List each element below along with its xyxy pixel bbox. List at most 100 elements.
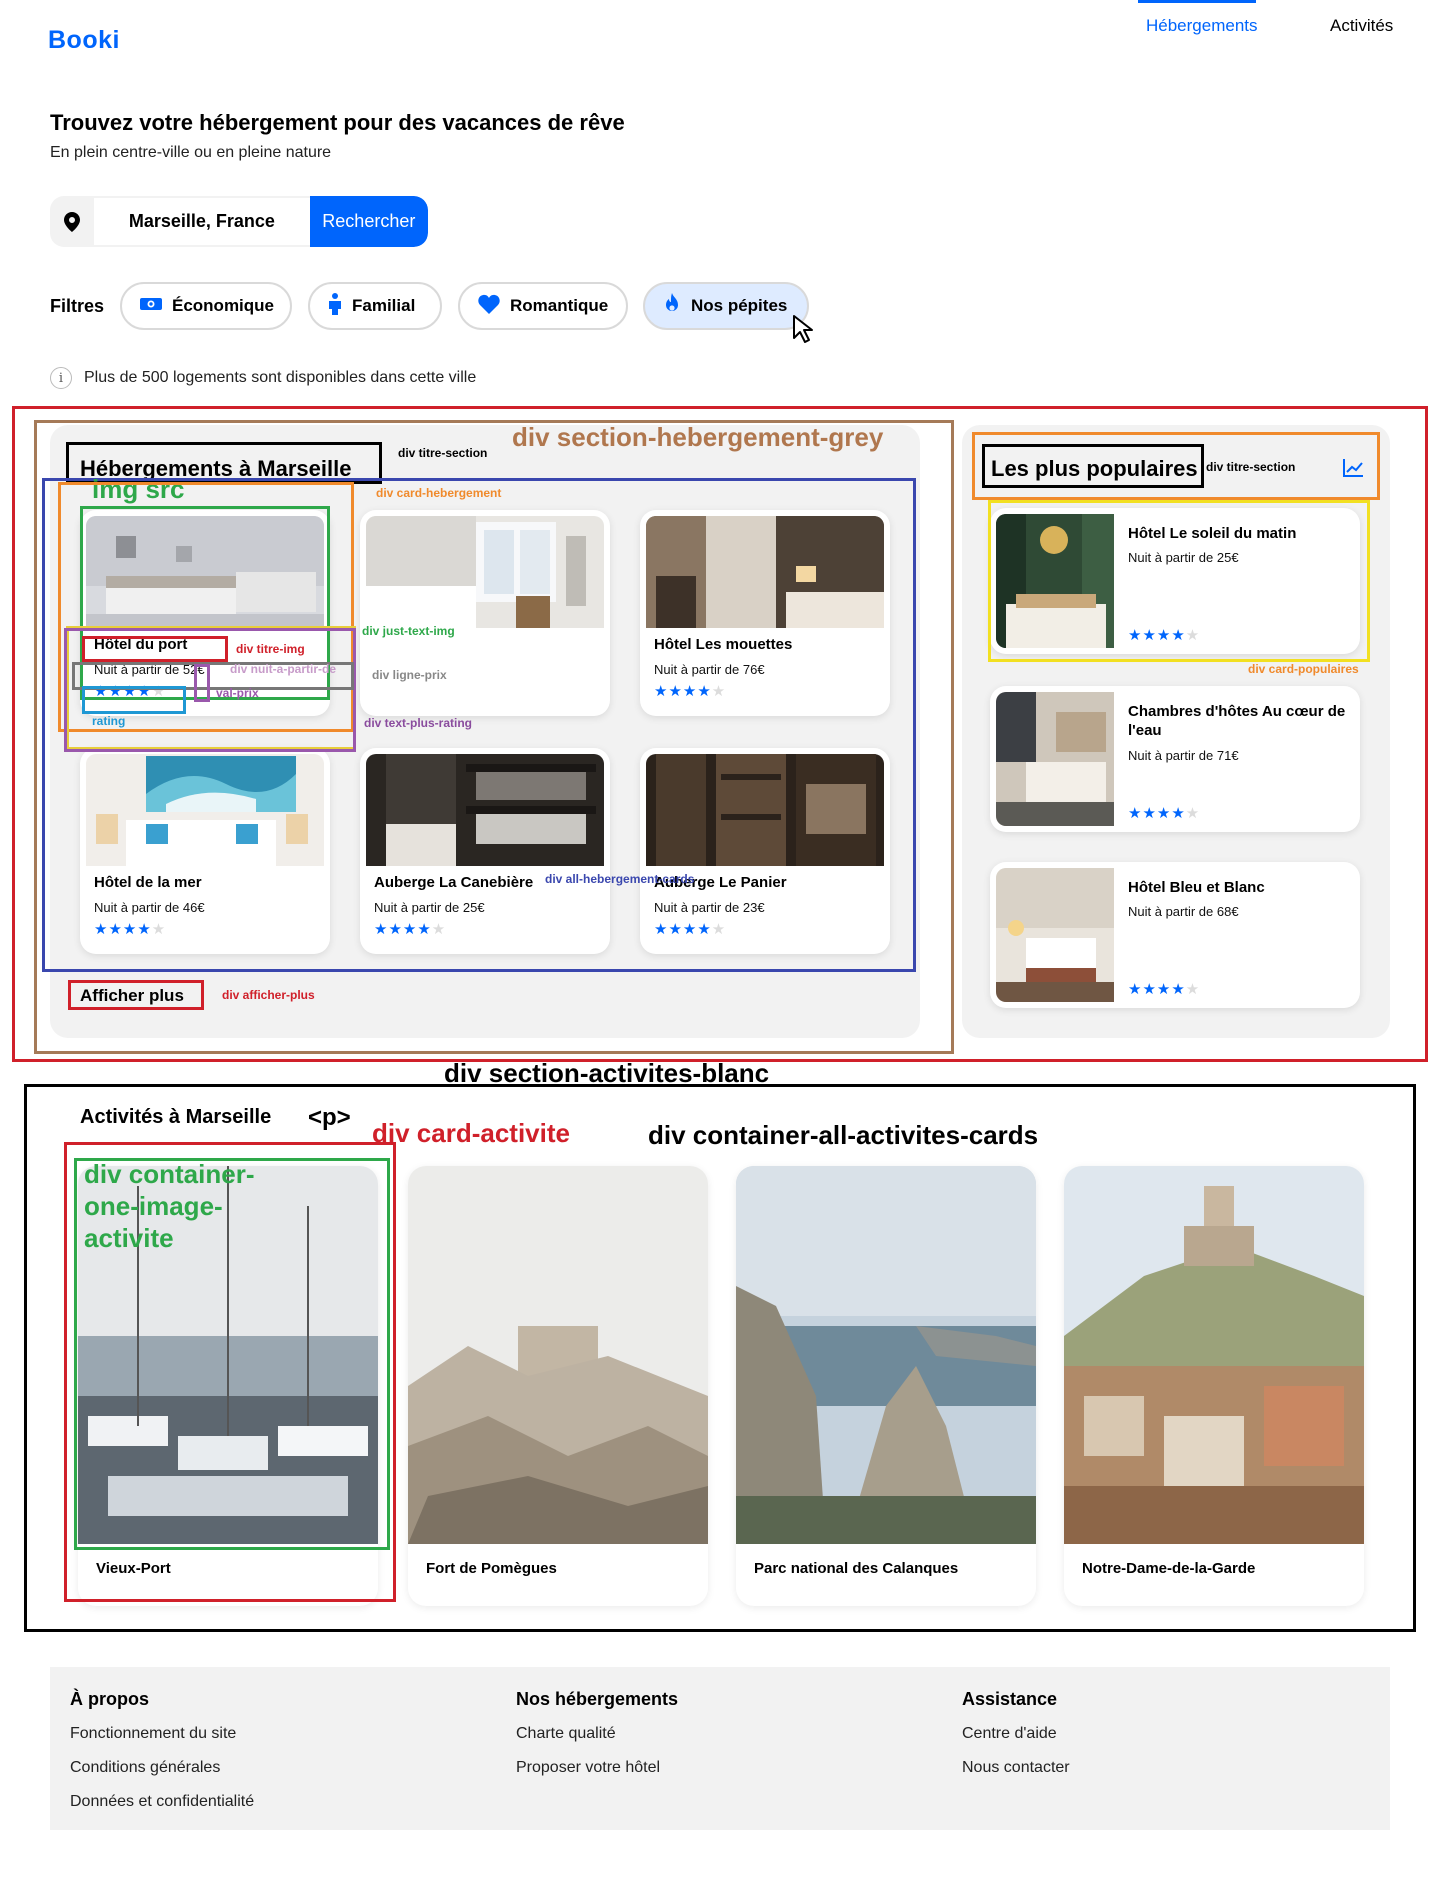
hebergement-card[interactable]: Hôtel du port Nuit à partir de 52€ ★★★★★ bbox=[80, 510, 330, 716]
page-title: Trouvez votre hébergement pour des vacan… bbox=[50, 110, 625, 135]
hebergement-image bbox=[86, 516, 324, 628]
footer-col-title: Nos hébergements bbox=[516, 1689, 679, 1709]
annotation-label: <p> bbox=[308, 1104, 351, 1131]
populaire-card[interactable]: Chambres d'hôtes Au cœur de l'eau Nuit à… bbox=[990, 686, 1360, 832]
search-input[interactable]: Marseille, France bbox=[94, 196, 310, 247]
hebergement-name: Hôtel Les mouettes bbox=[654, 636, 793, 653]
filter-economique-label: Économique bbox=[172, 296, 275, 315]
populaire-image bbox=[996, 514, 1114, 648]
footer-link[interactable]: Conditions générales bbox=[70, 1759, 220, 1777]
footer-link[interactable]: Proposer votre hôtel bbox=[516, 1759, 660, 1777]
activite-card[interactable]: Vieux-Port bbox=[78, 1166, 378, 1606]
hebergement-image bbox=[366, 516, 604, 628]
populaire-name: Chambres d'hôtes Au cœur de l'eau bbox=[1128, 703, 1346, 739]
location-pin-icon bbox=[50, 196, 94, 247]
hebergement-image bbox=[646, 754, 884, 866]
hebergement-card[interactable]: Auberge La Canebière Nuit à partir de 25… bbox=[360, 748, 610, 954]
hebergement-card[interactable] bbox=[360, 510, 610, 716]
populaire-name: Hôtel Bleu et Blanc bbox=[1128, 879, 1265, 896]
footer-link[interactable]: Fonctionnement du site bbox=[70, 1725, 236, 1743]
filter-familial[interactable]: Familial bbox=[308, 282, 442, 330]
activite-image bbox=[1064, 1166, 1364, 1544]
booki-logo[interactable]: Booki bbox=[48, 26, 120, 55]
hebergement-price: Nuit à partir de 46€ bbox=[94, 900, 205, 915]
rating-stars: ★★★★★ bbox=[1128, 627, 1201, 644]
footer-col-title: À propos bbox=[70, 1689, 149, 1709]
hebergement-name: Hôtel de la mer bbox=[94, 874, 202, 891]
nav-activites[interactable]: Activités bbox=[1330, 16, 1393, 36]
price-value: 52€ bbox=[182, 662, 205, 677]
hebergement-price: Nuit à partir de 76€ bbox=[654, 662, 765, 677]
activite-image bbox=[736, 1166, 1036, 1544]
rating-stars: ★★★★★ bbox=[374, 921, 447, 938]
footer-link[interactable]: Données et confidentialité bbox=[70, 1793, 254, 1811]
mouse-cursor-icon bbox=[792, 314, 822, 349]
hebergement-card[interactable]: Hôtel Les mouettes Nuit à partir de 76€ … bbox=[640, 510, 890, 716]
nav-active-indicator bbox=[1138, 0, 1256, 3]
rating-stars: ★★★★★ bbox=[94, 683, 167, 700]
hebergement-name: Hôtel du port bbox=[94, 636, 188, 653]
page-subtitle: En plein centre-ville ou en pleine natur… bbox=[50, 144, 332, 161]
flame-icon bbox=[663, 292, 681, 320]
footer-link[interactable]: Centre d'aide bbox=[962, 1725, 1057, 1743]
heart-icon bbox=[478, 294, 500, 319]
footer-link[interactable]: Charte qualité bbox=[516, 1725, 616, 1743]
money-icon bbox=[140, 296, 162, 317]
populaire-card[interactable]: Hôtel Le soleil du matin Nuit à partir d… bbox=[990, 508, 1360, 654]
hebergement-name: Auberge Le Panier bbox=[654, 874, 787, 891]
populaire-name: Hôtel Le soleil du matin bbox=[1128, 525, 1297, 542]
hebergement-price: Nuit à partir de 25€ bbox=[374, 900, 485, 915]
afficher-plus-link[interactable]: Afficher plus bbox=[80, 986, 184, 1006]
activite-image bbox=[408, 1166, 708, 1544]
filter-nos-pepites[interactable]: Nos pépites bbox=[643, 282, 809, 330]
populaire-price: Nuit à partir de 71€ bbox=[1128, 748, 1239, 763]
populaire-price: Nuit à partir de 68€ bbox=[1128, 904, 1239, 919]
hebergement-price: Nuit à partir de 23€ bbox=[654, 900, 765, 915]
hebergement-image bbox=[366, 754, 604, 866]
hebergement-price: Nuit à partir de 52€ bbox=[94, 662, 205, 677]
annotation-label: div card-activite bbox=[372, 1118, 570, 1148]
activite-name: Notre-Dame-de-la-Garde bbox=[1082, 1560, 1256, 1577]
filters-label: Filtres bbox=[50, 296, 105, 316]
annotation-label: div section-activites-blanc bbox=[444, 1058, 770, 1088]
filter-romantique[interactable]: Romantique bbox=[458, 282, 628, 330]
rating-stars: ★★★★★ bbox=[1128, 805, 1201, 822]
filter-nos-pepites-label: Nos pépites bbox=[691, 296, 788, 315]
activite-image bbox=[78, 1166, 378, 1544]
rating-stars: ★★★★★ bbox=[654, 683, 727, 700]
nav-hebergements[interactable]: Hébergements bbox=[1146, 16, 1258, 36]
populaire-price: Nuit à partir de 25€ bbox=[1128, 550, 1239, 565]
activite-name: Vieux-Port bbox=[96, 1560, 171, 1577]
activite-name: Parc national des Calanques bbox=[754, 1560, 959, 1577]
hebergement-card[interactable]: Hôtel de la mer Nuit à partir de 46€ ★★★… bbox=[80, 748, 330, 954]
availability-info: Plus de 500 logements sont disponibles d… bbox=[84, 369, 477, 386]
filter-economique[interactable]: Économique bbox=[120, 282, 292, 330]
populaire-image bbox=[996, 692, 1114, 826]
activite-name: Fort de Pomègues bbox=[426, 1560, 557, 1577]
activite-card[interactable]: Parc national des Calanques bbox=[736, 1166, 1036, 1606]
rating-stars: ★★★★★ bbox=[1128, 981, 1201, 998]
hebergement-card[interactable]: Auberge Le Panier Nuit à partir de 23€ ★… bbox=[640, 748, 890, 954]
activite-card[interactable]: Fort de Pomègues bbox=[408, 1166, 708, 1606]
search-button[interactable]: Rechercher bbox=[309, 196, 428, 247]
populaire-card[interactable]: Hôtel Bleu et Blanc Nuit à partir de 68€… bbox=[990, 862, 1360, 1008]
footer-link[interactable]: Nous contacter bbox=[962, 1759, 1070, 1777]
person-icon bbox=[328, 292, 342, 320]
search-bar: Marseille, France Rechercher bbox=[50, 196, 428, 247]
filter-familial-label: Familial bbox=[352, 296, 416, 315]
activite-card[interactable]: Notre-Dame-de-la-Garde bbox=[1064, 1166, 1364, 1606]
hebergements-title: Hébergements à Marseille bbox=[80, 456, 352, 481]
annotation-label: div container-all-activites-cards bbox=[648, 1120, 1039, 1150]
hebergement-name: Auberge La Canebière bbox=[374, 874, 534, 891]
info-icon: i bbox=[50, 367, 72, 389]
rating-stars: ★★★★★ bbox=[94, 921, 167, 938]
activites-title: Activités à Marseille bbox=[80, 1106, 272, 1128]
populaires-title: Les plus populaires bbox=[991, 456, 1198, 481]
hebergement-image bbox=[646, 516, 884, 628]
trending-chart-icon bbox=[1342, 458, 1364, 483]
footer-col-title: Assistance bbox=[962, 1689, 1058, 1709]
filter-romantique-label: Romantique bbox=[510, 296, 609, 315]
populaire-image bbox=[996, 868, 1114, 1002]
hebergement-image bbox=[86, 754, 324, 866]
footer: À propos Fonctionnement du site Conditio… bbox=[50, 1667, 1390, 1830]
